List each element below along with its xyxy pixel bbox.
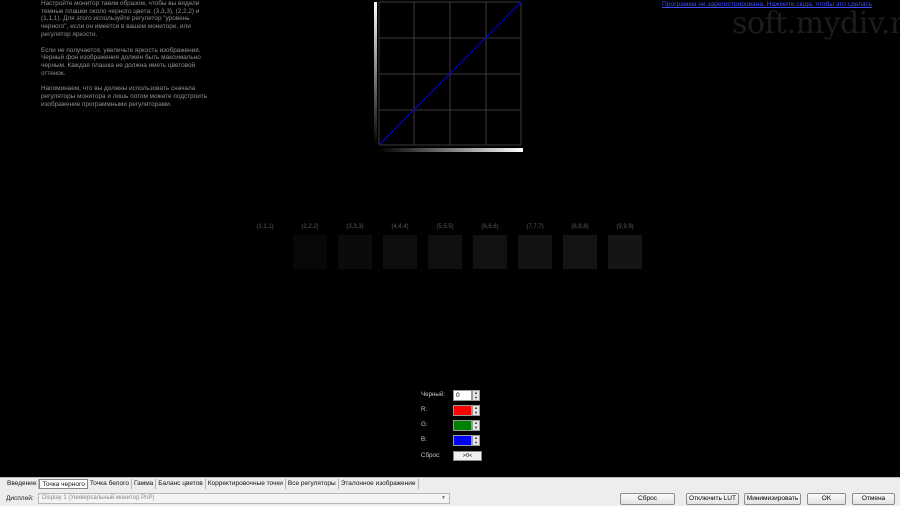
tab-item[interactable]: Все регуляторы xyxy=(286,479,339,489)
black-patch: (7,7,7) xyxy=(517,222,553,269)
tab-item[interactable]: Корректировочные точки xyxy=(206,479,286,489)
tab-item[interactable]: Гамма xyxy=(132,479,157,489)
red-label: R: xyxy=(421,406,428,413)
black-patch: (3,3,3) xyxy=(337,222,373,269)
chevron-down-icon[interactable]: ▼ xyxy=(441,494,446,503)
watermark: soft.mydiv.net xyxy=(732,6,900,41)
curve-preview xyxy=(371,0,525,154)
blue-label: B: xyxy=(421,436,427,443)
black-patch-swatch xyxy=(608,235,642,269)
tab-item[interactable]: Эталонное изображение xyxy=(339,479,419,489)
black-level-control: Черный: 0 ▲ ▼ xyxy=(421,389,491,401)
black-patch-label: (6,6,6) xyxy=(481,224,499,230)
black-patch-swatch xyxy=(338,235,372,269)
blue-control: B: ▲ ▼ xyxy=(421,434,491,446)
green-spinner[interactable]: ▲ ▼ xyxy=(472,420,480,431)
spin-down-icon[interactable]: ▼ xyxy=(473,395,479,401)
reset-label: Сброс: xyxy=(421,452,441,459)
vertical-gradient-bar xyxy=(374,2,377,146)
black-patches: (1,1,1) (2,2,2) (3,3,3) (4,4,4) (5,5,5) (6,6,… xyxy=(247,222,647,272)
red-control: R: ▲ ▼ xyxy=(421,404,491,416)
black-patch-swatch xyxy=(563,235,597,269)
tab-item[interactable]: Точка белого xyxy=(88,479,132,489)
tab-item[interactable]: Баланс цветов xyxy=(156,479,206,489)
tab-bar: Введение Точка черного Точка белого Гамма Ба… xyxy=(5,479,419,489)
black-patch: (6,6,6) xyxy=(472,222,508,269)
bottom-panel: Введение Точка черного Точка белого Гамма Ба… xyxy=(0,477,900,506)
black-patch: (9,9,9) xyxy=(607,222,643,269)
black-patch-label: (4,4,4) xyxy=(391,224,409,230)
black-patch-swatch xyxy=(518,235,552,269)
black-patch: (1,1,1) xyxy=(247,222,283,269)
horizontal-gradient-bar xyxy=(379,148,523,152)
display-select[interactable]: Display 1 (Универсальный монитор PnP) ▼ xyxy=(38,493,450,504)
black-patch-label: (2,2,2) xyxy=(301,224,319,230)
black-level-input[interactable]: 0 xyxy=(453,390,472,401)
spin-down-icon[interactable]: ▼ xyxy=(473,425,479,431)
black-patch-swatch xyxy=(428,235,462,269)
black-patch: (8,8,8) xyxy=(562,222,598,269)
black-level-spinner[interactable]: ▲ ▼ xyxy=(472,390,480,401)
black-patch: (2,2,2) xyxy=(292,222,328,269)
tab-item[interactable]: Точка черного xyxy=(39,479,88,489)
curve-graph xyxy=(374,1,523,152)
instructions-panel: Настройте монитор таким образом, чтобы в… xyxy=(41,0,211,116)
instructions-paragraph: Напоминаем, что вы должны использовать с… xyxy=(41,85,208,108)
reset-button[interactable]: Сброс xyxy=(620,493,675,505)
black-patch: (5,5,5) xyxy=(427,222,463,269)
cancel-button[interactable]: Отмена xyxy=(852,493,895,505)
black-patch-label: (3,3,3) xyxy=(346,224,364,230)
black-level-label: Черный: xyxy=(421,391,446,398)
green-swatch[interactable] xyxy=(453,420,472,431)
disable-lut-button[interactable]: Отключить LUT xyxy=(686,493,739,505)
instructions-paragraph: Настройте монитор таким образом, чтобы в… xyxy=(41,0,200,38)
black-patch-label: (7,7,7) xyxy=(526,224,544,230)
black-patch-label: (8,8,8) xyxy=(571,224,589,230)
display-select-value: Display 1 (Универсальный монитор PnP) xyxy=(42,495,155,501)
black-patch: (4,4,4) xyxy=(382,222,418,269)
reset-zero-button[interactable]: >0< xyxy=(453,451,482,461)
green-label: G: xyxy=(421,421,428,428)
instructions-paragraph: Если не получается, увеличьте яркость из… xyxy=(41,46,201,77)
black-patch-label: (1,1,1) xyxy=(256,224,274,230)
black-patch-swatch xyxy=(248,235,282,269)
blue-swatch[interactable] xyxy=(453,435,472,446)
spin-down-icon[interactable]: ▼ xyxy=(473,410,479,416)
red-spinner[interactable]: ▲ ▼ xyxy=(472,405,480,416)
minimize-button[interactable]: Минимизировать xyxy=(744,493,801,505)
black-patch-swatch xyxy=(293,235,327,269)
blue-spinner[interactable]: ▲ ▼ xyxy=(472,435,480,446)
black-patch-swatch xyxy=(383,235,417,269)
black-patch-swatch xyxy=(473,235,507,269)
tab-item[interactable]: Введение xyxy=(5,479,40,489)
display-label: Дисплей: xyxy=(6,495,34,502)
ok-button[interactable]: OK xyxy=(807,493,846,505)
black-patch-label: (9,9,9) xyxy=(616,224,634,230)
green-control: G: ▲ ▼ xyxy=(421,419,491,431)
spin-down-icon[interactable]: ▼ xyxy=(473,440,479,446)
red-swatch[interactable] xyxy=(453,405,472,416)
black-patch-label: (5,5,5) xyxy=(436,224,454,230)
